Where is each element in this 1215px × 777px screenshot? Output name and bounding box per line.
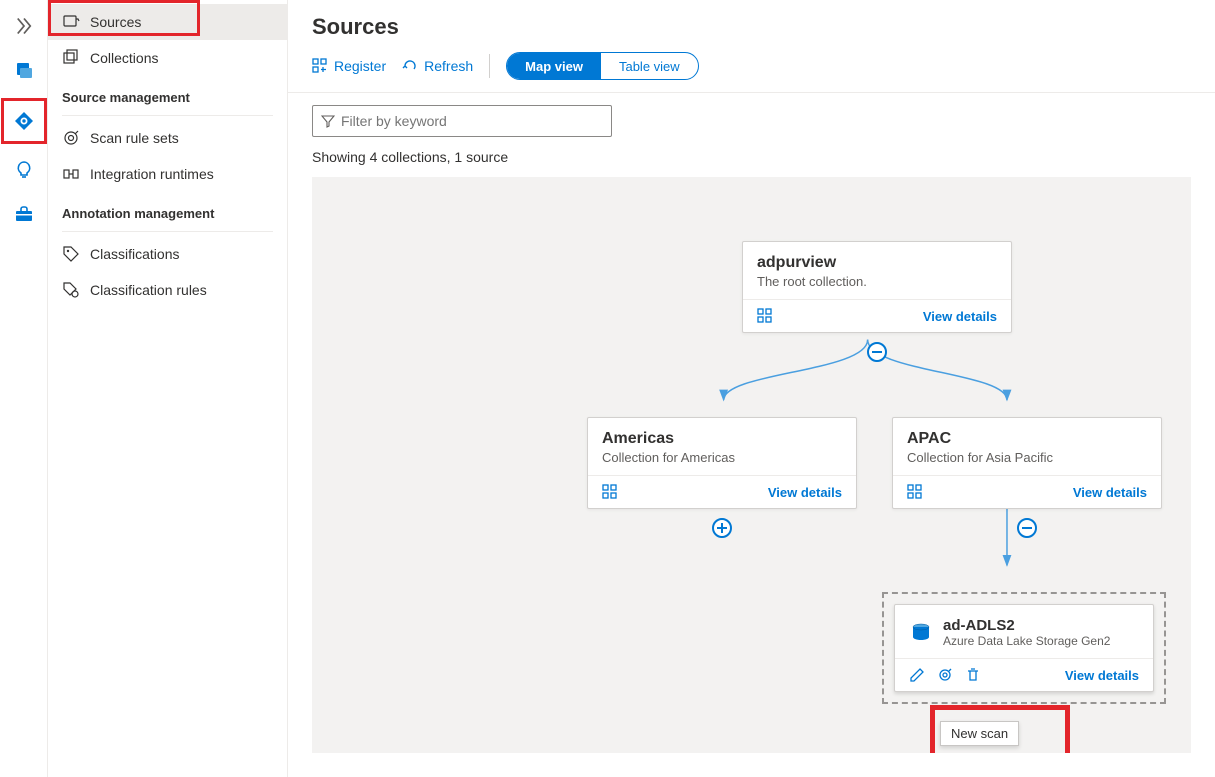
tag-icon	[62, 245, 80, 263]
target-icon	[62, 129, 80, 147]
scan-icon[interactable]	[937, 667, 953, 683]
database-icon	[14, 60, 34, 80]
node-root[interactable]: adpurview The root collection. View deta…	[742, 241, 1012, 333]
refresh-label: Refresh	[424, 58, 473, 74]
sidebar: Sources Collections Source management Sc…	[48, 0, 288, 777]
sidebar-item-collections[interactable]: Collections	[48, 40, 287, 76]
rail-insights[interactable]	[6, 152, 42, 188]
grid-icon[interactable]	[602, 484, 618, 500]
source-header: ad-ADLS2 Azure Data Lake Storage Gen2	[895, 605, 1153, 658]
sidebar-item-sources[interactable]: Sources	[48, 4, 287, 40]
node-header: adpurview The root collection.	[743, 242, 1011, 299]
collections-icon	[62, 49, 80, 67]
sidebar-item-classifications[interactable]: Classifications	[48, 236, 287, 272]
map-view-option[interactable]: Map view	[507, 53, 601, 79]
edit-icon[interactable]	[909, 667, 925, 683]
filter-icon	[321, 114, 335, 128]
grid-plus-icon	[312, 58, 328, 74]
register-button[interactable]: Register	[312, 58, 386, 74]
main: Sources Register Refresh Map view Table …	[288, 0, 1215, 777]
map-canvas[interactable]: adpurview The root collection. View deta…	[312, 177, 1191, 753]
tag-gear-icon	[62, 281, 80, 299]
node-subtitle: Collection for Asia Pacific	[907, 450, 1147, 465]
sources-icon	[62, 13, 80, 31]
rail-management[interactable]	[6, 196, 42, 232]
grid-icon[interactable]	[907, 484, 923, 500]
expand-rail-button[interactable]	[6, 8, 42, 44]
node-americas[interactable]: Americas Collection for Americas View de…	[587, 417, 857, 509]
collapse-toggle[interactable]	[1017, 518, 1037, 538]
refresh-button[interactable]: Refresh	[402, 58, 473, 74]
view-toggle: Map view Table view	[506, 52, 699, 80]
toolbar: Register Refresh Map view Table view	[288, 52, 1215, 93]
sidebar-item-integration-runtimes[interactable]: Integration runtimes	[48, 156, 287, 192]
node-footer: View details	[893, 475, 1161, 508]
showing-text: Showing 4 collections, 1 source	[288, 145, 1215, 177]
view-details-link[interactable]: View details	[1073, 485, 1147, 500]
lightbulb-icon	[14, 160, 34, 180]
node-footer: View details	[743, 299, 1011, 332]
sidebar-heading-source-mgmt: Source management	[48, 76, 287, 111]
rail-catalog[interactable]	[6, 52, 42, 88]
toolbox-icon	[14, 204, 34, 224]
view-details-link[interactable]: View details	[923, 309, 997, 324]
sidebar-item-classification-rules[interactable]: Classification rules	[48, 272, 287, 308]
expand-toggle[interactable]	[712, 518, 732, 538]
delete-icon[interactable]	[965, 667, 981, 683]
toolbar-separator	[489, 54, 490, 78]
node-apac[interactable]: APAC Collection for Asia Pacific View de…	[892, 417, 1162, 509]
filter-input-wrapper[interactable]	[312, 105, 612, 137]
rail-data-map-highlight	[1, 98, 47, 144]
sidebar-sources-label: Sources	[90, 14, 141, 30]
sidebar-classrule-label: Classification rules	[90, 282, 207, 298]
sidebar-scanrule-label: Scan rule sets	[90, 130, 179, 146]
source-subtitle: Azure Data Lake Storage Gen2	[943, 634, 1110, 648]
rail-data-map[interactable]	[6, 103, 42, 139]
sidebar-runtime-label: Integration runtimes	[90, 166, 214, 182]
node-subtitle: Collection for Americas	[602, 450, 842, 465]
divider	[62, 231, 273, 232]
sidebar-heading-annotation-mgmt: Annotation management	[48, 192, 287, 227]
runtime-icon	[62, 165, 80, 183]
view-details-link[interactable]: View details	[768, 485, 842, 500]
source-footer: View details	[895, 658, 1153, 691]
node-header: APAC Collection for Asia Pacific	[893, 418, 1161, 475]
filter-input[interactable]	[341, 113, 603, 129]
collapse-toggle[interactable]	[867, 342, 887, 362]
sidebar-collections-label: Collections	[90, 50, 158, 66]
page-title: Sources	[288, 0, 1215, 52]
node-footer: View details	[588, 475, 856, 508]
register-label: Register	[334, 58, 386, 74]
node-title: Americas	[602, 430, 842, 448]
source-container: ad-ADLS2 Azure Data Lake Storage Gen2 Vi…	[882, 592, 1166, 704]
icon-rail	[0, 0, 48, 777]
node-title: APAC	[907, 430, 1147, 448]
adls-icon	[909, 621, 933, 645]
sidebar-class-label: Classifications	[90, 246, 179, 262]
table-view-option[interactable]: Table view	[601, 53, 698, 79]
node-title: adpurview	[757, 254, 997, 272]
new-scan-tooltip: New scan	[940, 721, 1019, 746]
diamond-icon	[14, 111, 34, 131]
view-details-link[interactable]: View details	[1065, 668, 1139, 683]
chevron-right-double-icon	[14, 16, 34, 36]
source-card[interactable]: ad-ADLS2 Azure Data Lake Storage Gen2 Vi…	[894, 604, 1154, 692]
filter-row	[288, 93, 1215, 145]
sidebar-item-scan-rule-sets[interactable]: Scan rule sets	[48, 120, 287, 156]
grid-icon[interactable]	[757, 308, 773, 324]
divider	[62, 115, 273, 116]
source-title: ad-ADLS2	[943, 617, 1110, 634]
node-subtitle: The root collection.	[757, 274, 997, 289]
node-header: Americas Collection for Americas	[588, 418, 856, 475]
refresh-icon	[402, 58, 418, 74]
